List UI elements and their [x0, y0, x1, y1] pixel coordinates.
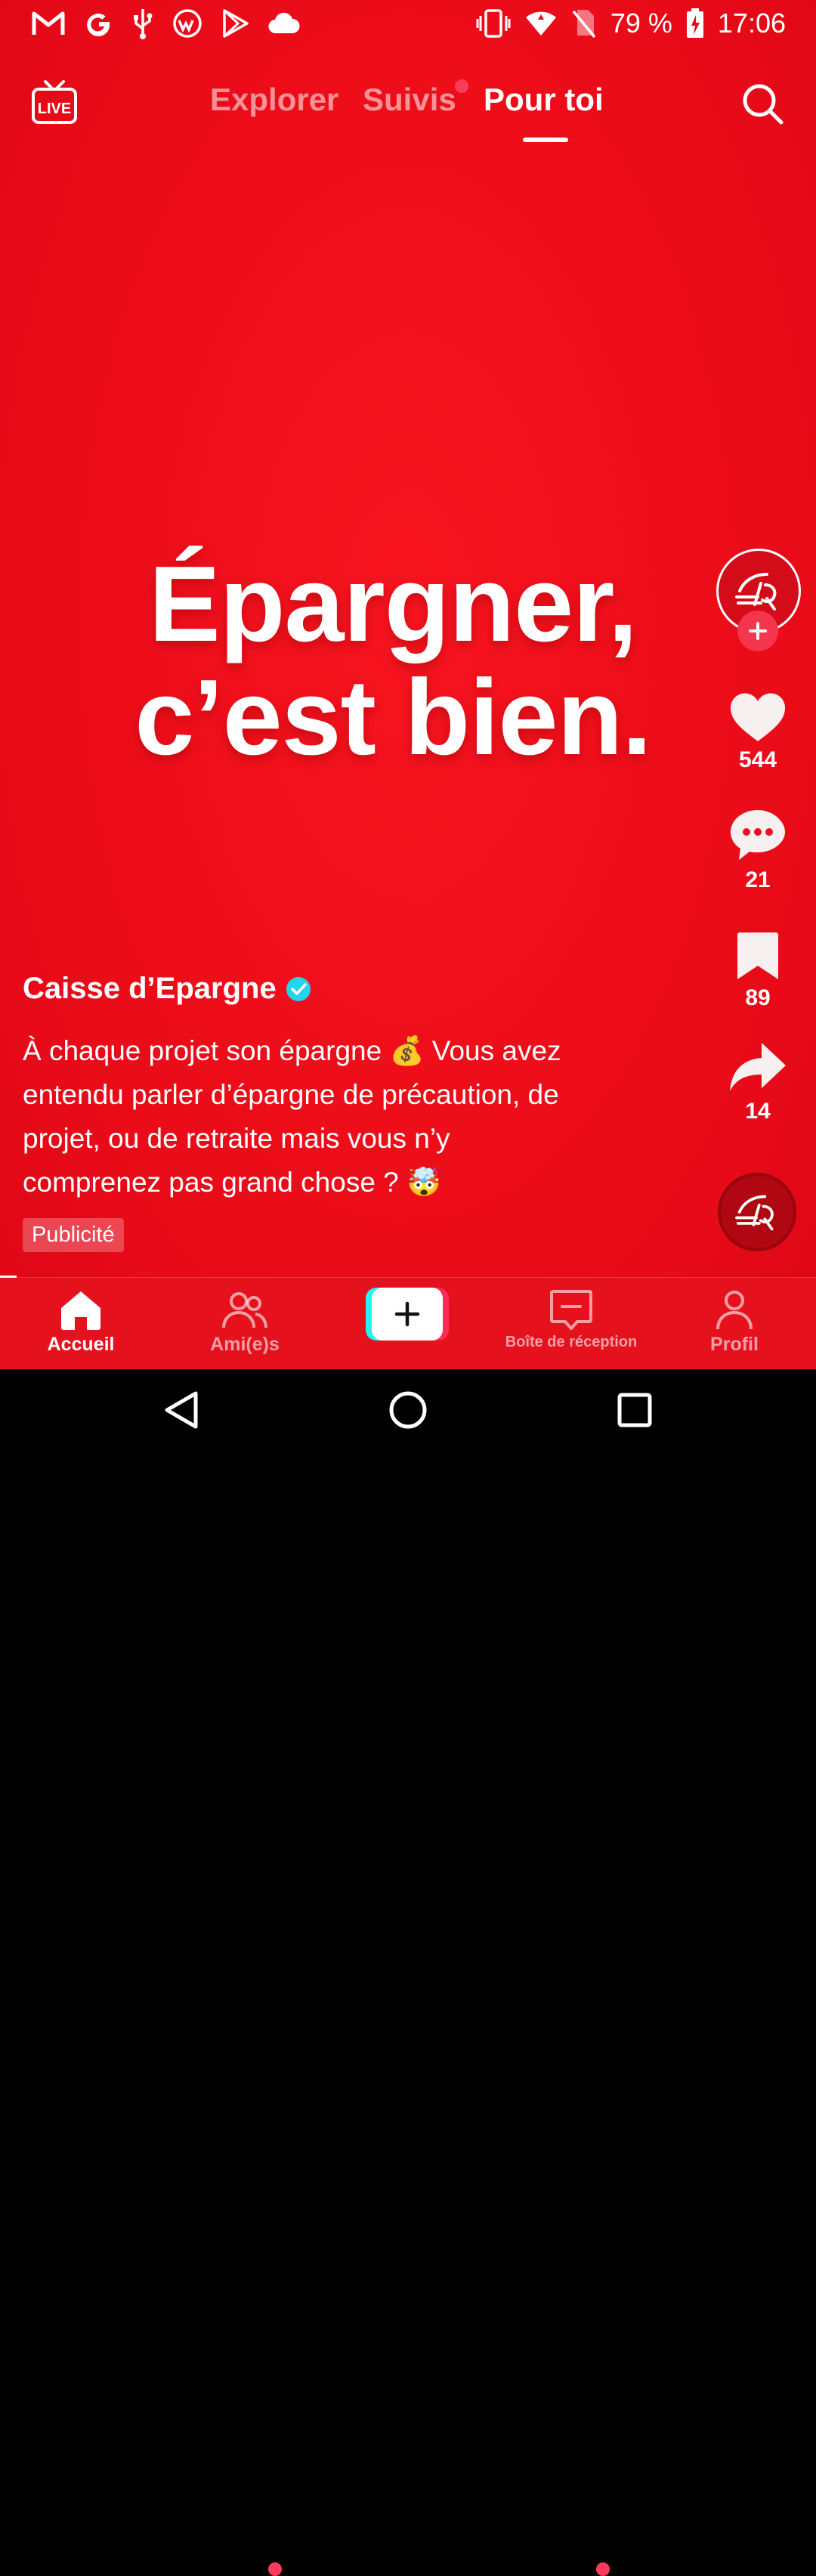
verified-badge-icon: [286, 976, 311, 1001]
nav-profile-label: Profil: [710, 1334, 759, 1355]
inbox-notification-dot: [596, 2562, 610, 2576]
caption-line: projet, ou de retraite mais vous n’y: [23, 1123, 450, 1154]
android-nav-bar: [0, 1369, 816, 1451]
post-caption[interactable]: À chaque projet son épargne 💰 Vous avez …: [23, 1029, 620, 1205]
save-action[interactable]: 89: [714, 931, 802, 1011]
nav-inbox-label: Boîte de réception: [505, 1334, 638, 1350]
play-store-icon: [221, 8, 249, 39]
nav-inbox[interactable]: Boîte de réception: [503, 1288, 639, 1351]
comment-count: 21: [745, 867, 771, 892]
active-tab-indicator: [523, 138, 568, 142]
comment-icon[interactable]: [728, 807, 787, 863]
nav-friends[interactable]: Ami(e)s: [177, 1288, 313, 1356]
video-headline: Épargner, c’est bien.: [0, 548, 786, 775]
create-button-face: [372, 1288, 443, 1341]
battery-percent: 79 %: [610, 8, 672, 39]
like-action[interactable]: 544: [714, 691, 802, 773]
usb-icon: [131, 8, 154, 39]
headline-line-1: Épargner,: [148, 544, 638, 664]
squirrel-logo-icon: [735, 1195, 774, 1231]
create-button[interactable]: [366, 1288, 449, 1341]
status-bar: 79 % 17:06: [0, 0, 816, 47]
share-count: 14: [745, 1099, 771, 1124]
plus-icon: [394, 1301, 420, 1327]
feed-tabs: Explorer Suivis Pour toi: [0, 76, 816, 136]
nav-profile[interactable]: Profil: [666, 1288, 802, 1356]
home-system-button[interactable]: [384, 1386, 432, 1434]
home-circle-icon: [389, 1391, 427, 1429]
ad-badge: Publicité: [23, 1218, 124, 1252]
recents-button[interactable]: [610, 1386, 659, 1434]
nav-friends-label: Ami(e)s: [210, 1334, 280, 1355]
caption-line: À chaque projet son épargne 💰 Vous avez: [23, 1035, 561, 1066]
save-count: 89: [745, 985, 771, 1010]
no-sim-icon: [571, 8, 597, 39]
nav-home-label: Accueil: [47, 1334, 115, 1355]
app-icon: [172, 8, 202, 39]
tab-pour-toi[interactable]: Pour toi: [484, 82, 604, 118]
author-row[interactable]: Caisse d’Epargne: [23, 972, 311, 1006]
heart-icon[interactable]: [729, 691, 787, 743]
profile-icon: [716, 1291, 753, 1330]
nav-home[interactable]: Accueil: [13, 1288, 149, 1356]
back-triangle-icon: [165, 1391, 198, 1429]
search-button[interactable]: [740, 82, 784, 125]
like-count: 544: [738, 747, 777, 772]
vibrate-icon: [476, 8, 511, 39]
music-disc[interactable]: [718, 1173, 796, 1251]
friends-icon: [222, 1292, 267, 1328]
share-arrow-icon[interactable]: [728, 1041, 787, 1094]
inbox-icon: [550, 1290, 592, 1330]
author-name[interactable]: Caisse d’Epargne: [23, 972, 277, 1006]
recents-square-icon: [617, 1393, 652, 1427]
headline-line-2: c’est bien.: [134, 657, 651, 778]
plus-icon: [749, 622, 767, 640]
friends-notification-dot: [268, 2562, 282, 2576]
google-icon: [83, 8, 113, 39]
bookmark-icon[interactable]: [735, 931, 780, 981]
gmail-icon: [32, 11, 65, 36]
share-action[interactable]: 14: [714, 1041, 802, 1124]
caption-line: comprenez pas grand chose ? 🤯: [23, 1167, 442, 1198]
back-button[interactable]: [157, 1386, 206, 1434]
home-icon: [61, 1291, 100, 1330]
tab-explorer[interactable]: Explorer: [210, 82, 338, 118]
comment-action[interactable]: 21: [714, 807, 802, 893]
clock: 17:06: [717, 8, 786, 39]
suivis-notification-dot: [455, 79, 468, 93]
battery-charging-icon: [686, 8, 704, 39]
squirrel-logo-icon: [735, 573, 777, 611]
caption-line: entendu parler d’épargne de précaution, …: [23, 1079, 559, 1110]
wifi-icon: [524, 10, 558, 37]
cloud-icon: [267, 12, 301, 35]
follow-button[interactable]: [737, 611, 778, 651]
search-icon: [743, 84, 784, 125]
tab-suivis[interactable]: Suivis: [363, 82, 456, 118]
video-screen[interactable]: 79 % 17:06 LIVE Explorer Suivis Pour toi: [0, 0, 816, 1369]
